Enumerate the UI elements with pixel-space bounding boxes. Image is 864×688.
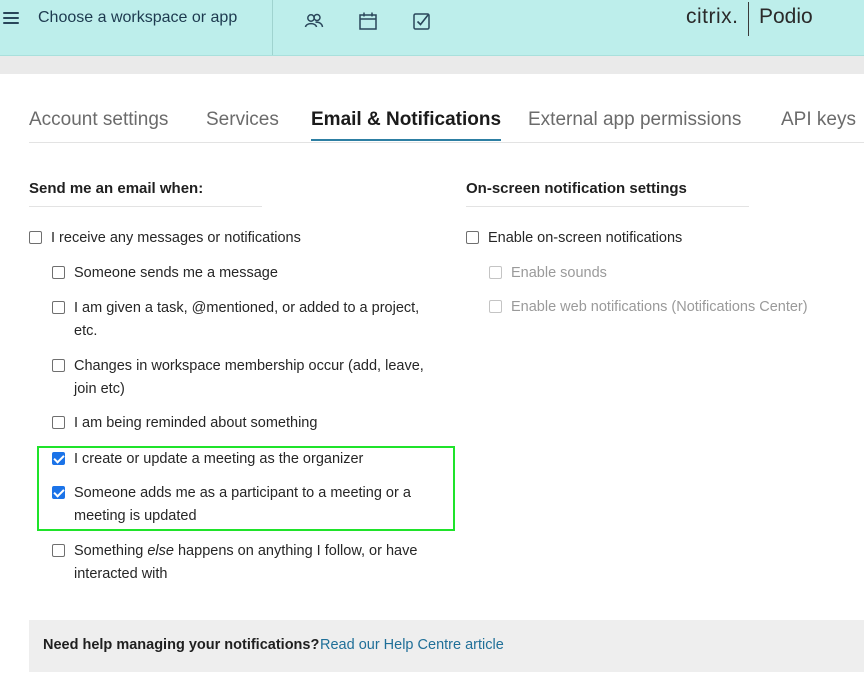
tab-api-keys[interactable]: API keys — [781, 109, 856, 131]
top-bar: Choose a workspace or app citrix. Podio — [0, 0, 864, 56]
header-divider — [272, 0, 273, 55]
email-meeting-organizer-checkbox[interactable] — [52, 452, 65, 465]
enable-sounds-checkbox — [489, 266, 502, 279]
email-option-reminder: I am being reminded about something — [52, 412, 437, 435]
email-membership-checkbox[interactable] — [52, 359, 65, 372]
email-option-label: I am being reminded about something — [74, 415, 318, 431]
email-message-checkbox[interactable] — [52, 266, 65, 279]
email-task-checkbox[interactable] — [52, 301, 65, 314]
onscreen-option-web: Enable web notifications (Notifications … — [489, 296, 859, 319]
email-meeting-participant-checkbox[interactable] — [52, 486, 65, 499]
tab-account-settings[interactable]: Account settings — [29, 109, 168, 131]
logo-divider — [748, 2, 749, 36]
email-section-title: Send me an email when: — [29, 180, 262, 207]
email-option-label: Something else happens on anything I fol… — [74, 543, 418, 582]
podio-logo: Podio — [759, 5, 813, 28]
settings-tabs: Account settings Services Email & Notifi… — [29, 109, 864, 143]
help-banner: Need help managing your notifications? R… — [29, 620, 864, 672]
tab-external-app-permissions[interactable]: External app permissions — [528, 109, 741, 131]
citrix-logo: citrix. — [686, 5, 739, 28]
email-option-label: Changes in workspace membership occur (a… — [74, 358, 424, 397]
email-option-meeting-participant: Someone adds me as a participant to a me… — [52, 482, 437, 528]
onscreen-option-sounds: Enable sounds — [489, 262, 859, 285]
onscreen-option-label: Enable sounds — [511, 265, 607, 281]
email-option-label: Someone sends me a message — [74, 265, 278, 281]
tab-services[interactable]: Services — [206, 109, 279, 131]
email-option-label: I am given a task, @mentioned, or added … — [74, 300, 420, 339]
tab-email-notifications[interactable]: Email & Notifications — [311, 109, 502, 141]
tasks-check-icon[interactable] — [411, 10, 433, 32]
onscreen-master-label: Enable on-screen notifications — [488, 230, 683, 246]
onscreen-option-label: Enable web notifications (Notifications … — [511, 299, 808, 315]
email-option-follow: Something else happens on anything I fol… — [52, 540, 437, 586]
hamburger-menu-icon[interactable] — [3, 12, 19, 26]
workspace-switcher[interactable]: Choose a workspace or app — [38, 9, 237, 27]
email-option-label: I create or update a meeting as the orga… — [74, 451, 364, 467]
enable-web-notifications-checkbox — [489, 300, 502, 313]
email-option-label: Someone adds me as a participant to a me… — [74, 485, 411, 524]
email-follow-checkbox[interactable] — [52, 544, 65, 557]
email-master-label: I receive any messages or notifications — [51, 230, 301, 246]
onscreen-master-option: Enable on-screen notifications — [466, 227, 846, 250]
email-option-membership: Changes in workspace membership occur (a… — [52, 355, 437, 401]
help-centre-link[interactable]: Read our Help Centre article — [320, 637, 504, 653]
email-option-message: Someone sends me a message — [52, 262, 437, 285]
contacts-icon[interactable] — [303, 10, 325, 32]
email-option-meeting-organizer: I create or update a meeting as the orga… — [52, 448, 447, 471]
header-band — [0, 56, 864, 74]
onscreen-master-checkbox[interactable] — [466, 231, 479, 244]
email-master-checkbox[interactable] — [29, 231, 42, 244]
email-master-option: I receive any messages or notifications — [29, 227, 449, 250]
calendar-icon[interactable] — [357, 10, 379, 32]
onscreen-section-title: On-screen notification settings — [466, 180, 749, 207]
email-option-task: I am given a task, @mentioned, or added … — [52, 297, 437, 343]
email-reminder-checkbox[interactable] — [52, 416, 65, 429]
help-text: Need help managing your notifications? — [43, 637, 320, 653]
